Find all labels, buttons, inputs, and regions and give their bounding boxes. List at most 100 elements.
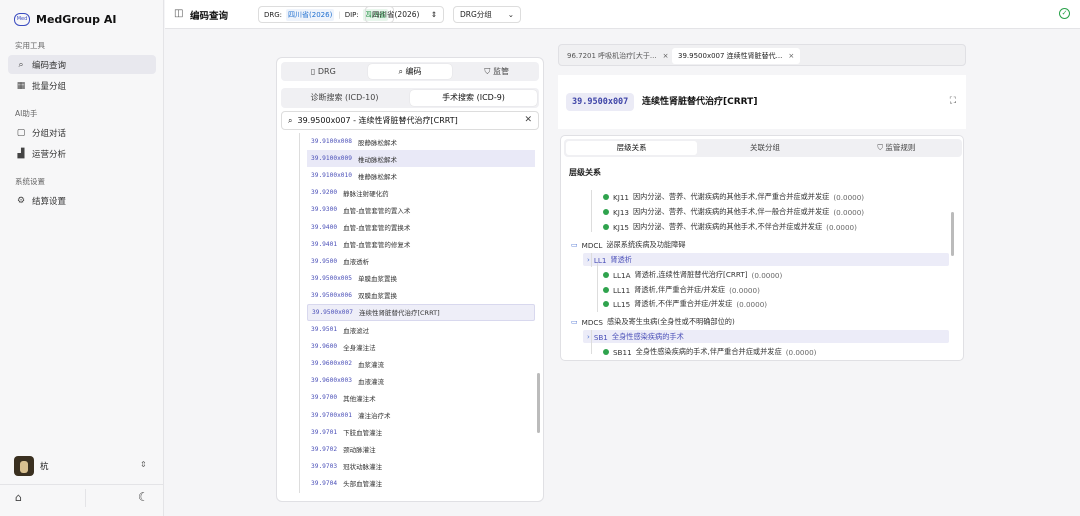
tree-row-adrg[interactable]: › SB1 全身性感染疾病的手术	[587, 332, 684, 342]
sidebar-item-label: 编码查询	[32, 60, 67, 71]
section-title: 层级关系	[569, 168, 601, 177]
tab-regulation-rules[interactable]: ⛉ 监管规则	[831, 139, 962, 157]
list-item[interactable]: 39.9704 头部血管灌注	[307, 475, 535, 492]
node-text: 因内分泌、营养、代谢疾病的其他手术,不伴合并症或并发症	[632, 222, 823, 231]
tree-row-leaf[interactable]: SB11 全身性感染疾病的手术,伴严重合并症或并发症 (0.0000)	[603, 347, 816, 357]
tab-related-groups[interactable]: 关联分组	[699, 139, 830, 157]
folder-icon: ▭	[571, 318, 578, 326]
list-item[interactable]: 39.9703 冠状动脉灌注	[307, 458, 535, 475]
list-item[interactable]: 39.9701 下肢血管灌注	[307, 424, 535, 441]
node-code: LL1A	[613, 270, 631, 280]
tree-row-leaf[interactable]: KJ11 因内分泌、营养、代谢疾病的其他手术,伴严重合并症或并发症 (0.0000)	[603, 192, 864, 202]
tree-row-leaf[interactable]: KJ13 因内分泌、营养、代谢疾病的其他手术,伴一般合并症或并发症 (0.0000)	[603, 207, 864, 217]
list-item[interactable]: 39.9400 血管-血管套管的置换术	[307, 218, 535, 235]
list-item[interactable]: 39.9100x009 椎动脉松解术	[307, 150, 535, 168]
tree-row-leaf[interactable]: LL1A 肾透析,连续性肾脏替代治疗[CRRT] (0.0000)	[603, 270, 782, 280]
close-icon[interactable]: ✕	[524, 115, 532, 125]
node-score: (0.0000)	[833, 192, 865, 202]
list-item[interactable]: 39.9500x005 单膜血浆置换	[307, 270, 535, 287]
item-code: 39.9501	[311, 326, 338, 334]
moon-icon[interactable]: ☾	[138, 490, 149, 504]
list-item[interactable]: 39.9501 血液滤过	[307, 321, 535, 338]
tab-code[interactable]: ⌕ 编码	[367, 64, 453, 79]
list-item[interactable]: 39.9700x001 灌注治疗术	[307, 407, 535, 424]
node-score: (0.0000)	[729, 285, 760, 295]
node-text: 因内分泌、营养、代谢疾病的其他手术,伴严重合并症或并发症	[632, 192, 830, 201]
tree-row-leaf[interactable]: LL11 肾透析,伴严重合并症/并发症 (0.0000)	[603, 285, 760, 295]
scrollbar[interactable]	[537, 373, 540, 433]
tab-procedure-search[interactable]: 手术搜索 (ICD-9)	[410, 90, 537, 106]
sidebar-item-label: 结算设置	[32, 196, 67, 207]
drg-label: DRG:	[264, 10, 283, 19]
item-name: 血浆灌流	[357, 360, 384, 369]
open-tab-active[interactable]: 39.9500x007 连续性肾脏替代... ×	[672, 48, 801, 64]
list-item[interactable]: 39.9700 其他灌注术	[307, 389, 535, 406]
item-name: 血管-血管套管的置入术	[343, 206, 411, 215]
home-icon[interactable]: ⌂	[15, 491, 22, 504]
item-code: 39.9701	[311, 428, 338, 436]
node-text: 因内分泌、营养、代谢疾病的其他手术,伴一般合并症或并发症	[632, 207, 830, 216]
tab-hierarchy[interactable]: 层级关系	[566, 141, 698, 155]
chevron-up-down-icon[interactable]: ⇕	[140, 460, 147, 469]
node-code: MDCS	[581, 317, 603, 327]
scrollbar[interactable]	[951, 212, 954, 256]
expand-icon[interactable]: ⛶	[950, 96, 956, 106]
list-item[interactable]: 39.9500x007 连续性肾脏替代治疗[CRRT]	[307, 303, 535, 322]
sidebar-item-settlement[interactable]: ⚙ 结算设置	[8, 191, 156, 210]
app-logo[interactable]: Med MedGroup AI	[14, 13, 116, 26]
search-input[interactable]: ⌕ 39.9500x007 - 连续性肾脏替代治疗[CRRT] ✕	[281, 111, 539, 130]
sidebar-item-analysis[interactable]: ▟ 运营分析	[8, 144, 156, 163]
list-item[interactable]: 39.9200 静脉注射硬化药	[307, 184, 535, 201]
list-item[interactable]: 39.9500 血液透析	[307, 253, 535, 270]
tree-row-adrg[interactable]: › LL1 肾透析	[587, 255, 632, 265]
item-code: 39.9600x003	[311, 377, 352, 385]
node-text: 感染及寄生虫病(全身性或不明确部位的)	[606, 317, 735, 326]
item-code: 39.9200	[311, 189, 338, 197]
user-profile[interactable]: 杭	[14, 456, 49, 476]
sidebar-item-batch-group[interactable]: ▦ 批量分组	[8, 76, 156, 95]
open-tabs-bar: 96.7201 呼吸机治疗[大于... × 39.9500x007 连续性肾脏替代…	[558, 44, 966, 66]
item-code: 39.9100x010	[311, 172, 352, 180]
node-text: 全身性感染疾病的手术,伴严重合并症或并发症	[635, 347, 782, 356]
list-item[interactable]: 39.9600x002 血浆灌流	[307, 355, 535, 372]
sidebar-item-code-query[interactable]: ⌕ 编码查询	[8, 55, 156, 74]
sidebar-toggle-icon[interactable]: ◫	[174, 8, 183, 19]
list-item[interactable]: 39.9702 颈动脉灌注	[307, 441, 535, 458]
tree-row-mdc[interactable]: ▭ MDCL 泌尿系统疾病及功能障碍	[571, 240, 685, 250]
list-item[interactable]: 39.9100x008 股静脉松解术	[307, 133, 535, 150]
tab-drg[interactable]: ▯ DRG	[281, 62, 366, 81]
close-icon[interactable]: ×	[663, 52, 669, 60]
search-input-value: 39.9500x007 - 连续性肾脏替代治疗[CRRT]	[297, 116, 458, 125]
close-icon[interactable]: ×	[788, 52, 794, 60]
item-code: 39.9500x006	[311, 291, 352, 299]
sidebar-item-label: 批量分组	[32, 81, 67, 92]
tree-row-mdc[interactable]: ▭ MDCS 感染及寄生虫病(全身性或不明确部位的)	[571, 317, 735, 327]
item-name: 静脉注射硬化药	[343, 189, 389, 198]
item-name: 连续性肾脏替代治疗[CRRT]	[358, 309, 440, 318]
list-item[interactable]: 39.9100x010 椎静脉松解术	[307, 167, 535, 184]
tree-guide-line	[299, 133, 300, 493]
list-item[interactable]: 39.9600 全身灌注法	[307, 338, 535, 355]
sidebar-item-chat[interactable]: ▢ 分组对话	[8, 123, 156, 142]
folder-icon: ▭	[571, 241, 578, 249]
footer-divider	[85, 489, 86, 507]
item-name: 血管-血管套管的修复术	[343, 241, 411, 250]
list-item[interactable]: 39.9300 血管-血管套管的置入术	[307, 201, 535, 218]
tab-regulation[interactable]: ⛉ 监管	[454, 62, 539, 81]
tree-row-leaf[interactable]: KJ15 因内分泌、营养、代谢疾病的其他手术,不伴合并症或并发症 (0.0000)	[603, 222, 857, 232]
procedure-name: 连续性肾脏替代治疗[CRRT]	[642, 97, 758, 107]
region-select[interactable]: 四川省(2026) ⇕	[365, 6, 444, 23]
tab-diagnosis-search[interactable]: 诊断搜索 (ICD-10)	[281, 88, 408, 108]
item-name: 椎动脉松解术	[357, 155, 397, 164]
item-code: 39.9700x001	[311, 411, 352, 419]
item-code: 39.9100x009	[311, 155, 352, 163]
list-item[interactable]: 39.9500x006 双膜血浆置换	[307, 287, 535, 304]
open-tab[interactable]: 96.7201 呼吸机治疗[大于... ×	[561, 48, 674, 64]
tree-row-leaf[interactable]: LL15 肾透析,不伴严重合并症/并发症 (0.0000)	[603, 299, 767, 309]
group-select[interactable]: DRG分组 ⌄	[453, 6, 521, 23]
list-item[interactable]: 39.9600x003 血液灌流	[307, 372, 535, 389]
detail-header: 39.9500x007 连续性肾脏替代治疗[CRRT] ⛶	[558, 75, 966, 129]
search-icon: ⌕	[398, 67, 406, 76]
list-item[interactable]: 39.9401 血管-血管套管的修复术	[307, 236, 535, 253]
search-icon: ⌕	[18, 59, 24, 70]
